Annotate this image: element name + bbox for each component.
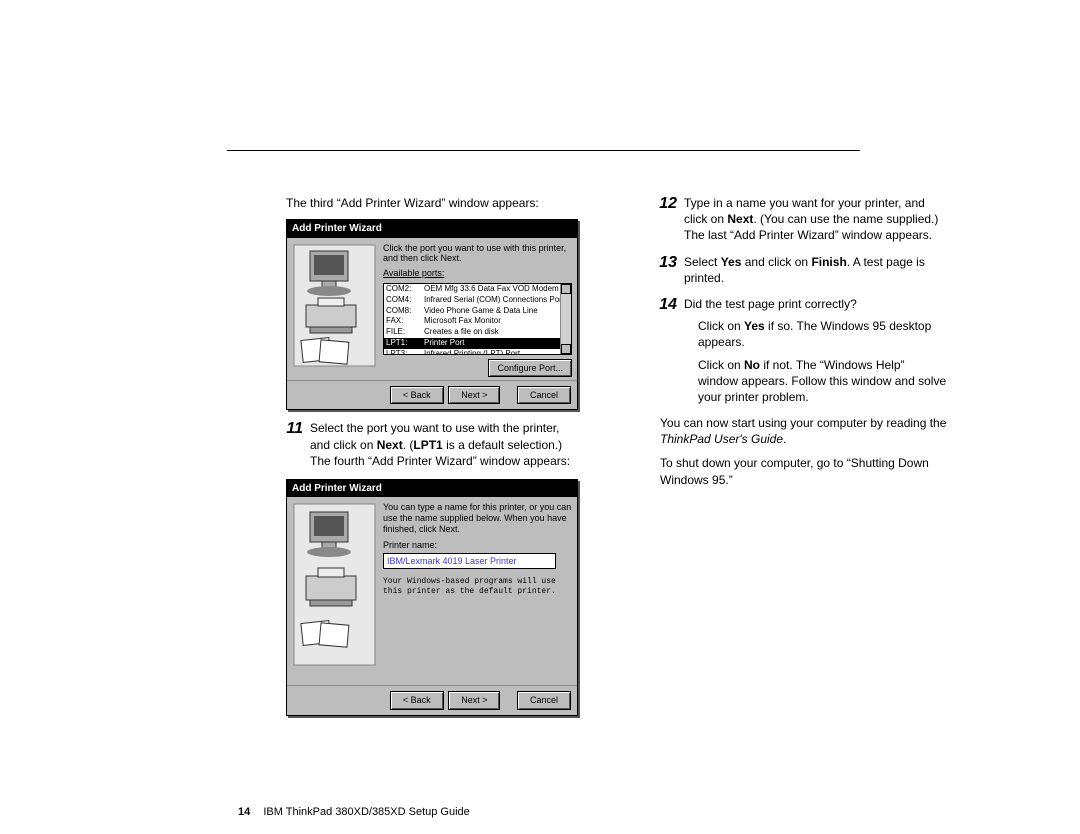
wizard-art [292,243,377,368]
step-number: 12 [653,193,677,215]
step-11: 11 Select the port you want to use with … [286,420,584,469]
closing-1: You can now start using your computer by… [660,415,952,447]
page-number: 14 [238,806,250,818]
add-printer-dialog-1: Add Printer Wizard [286,219,578,410]
dlg2-note: Your Windows-based programs will use thi… [383,577,572,596]
ports-label: Available ports: [383,268,572,279]
printer-name-input[interactable]: IBM/Lexmark 4019 Laser Printer [383,553,556,569]
step-13: 13 Select Yes and click on Finish. A tes… [660,254,952,286]
step-number: 14 [653,294,677,316]
ports-scrollbar[interactable] [560,284,571,354]
col1-intro: The third “Add Printer Wizard” window ap… [286,195,584,211]
next-button[interactable]: Next > [448,691,500,709]
cancel-button[interactable]: Cancel [517,691,571,709]
back-button[interactable]: < Back [390,691,444,709]
cancel-button[interactable]: Cancel [517,386,571,404]
printer-name-label: Printer name: [383,539,572,551]
wizard-art [292,502,377,667]
step-12: 12 Type in a name you want for your prin… [660,195,952,244]
step-number: 13 [653,252,677,274]
dlg1-text: Click the port you want to use with this… [383,243,572,265]
page-footer: 14 IBM ThinkPad 380XD/385XD Setup Guide [238,806,470,818]
next-button[interactable]: Next > [448,386,500,404]
header-rule [227,150,860,151]
step-14: 14 Did the test page print correctly? Cl… [660,296,952,405]
ports-listbox[interactable]: COM2:OEM Mfg 33.6 Data Fax VOD Modem COM… [383,283,572,355]
dialog-titlebar: Add Printer Wizard [287,480,577,498]
dlg2-text: You can type a name for this printer, or… [383,502,572,534]
footer-text: IBM ThinkPad 380XD/385XD Setup Guide [263,806,469,818]
dialog-titlebar: Add Printer Wizard [287,220,577,238]
add-printer-dialog-2: Add Printer Wizard [286,479,578,716]
step-number: 11 [279,418,303,440]
configure-port-button[interactable]: Configure Port... [488,359,572,377]
back-button[interactable]: < Back [390,386,444,404]
closing-2: To shut down your computer, go to “Shutt… [660,455,952,487]
scroll-down-icon[interactable] [561,344,571,354]
scroll-up-icon[interactable] [561,284,571,294]
